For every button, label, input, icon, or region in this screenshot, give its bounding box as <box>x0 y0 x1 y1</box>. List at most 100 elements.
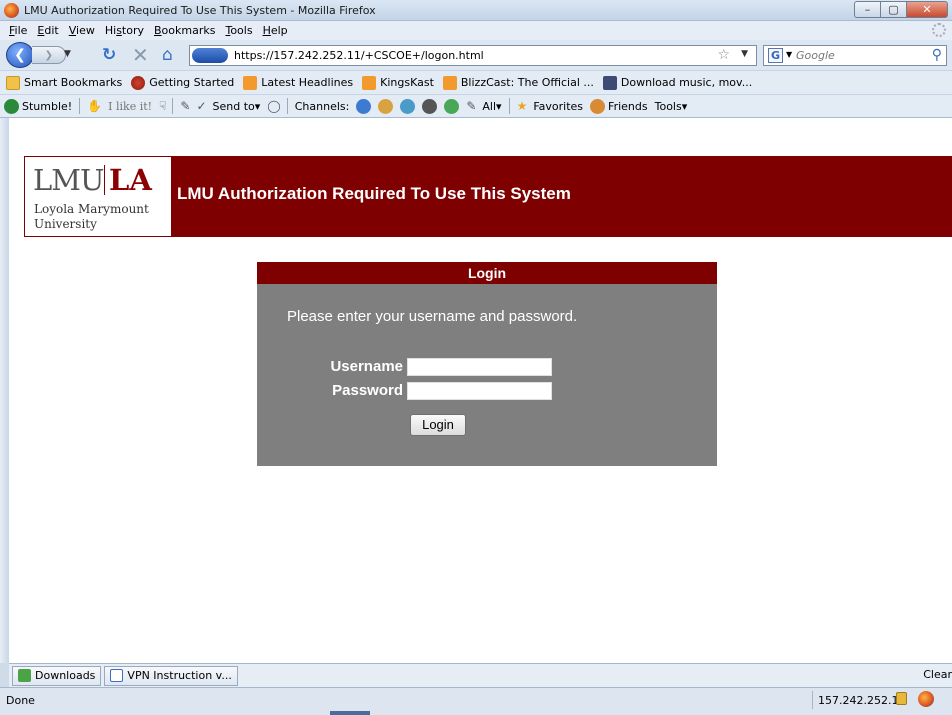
download-bar: Downloads VPN Instruction v... Clear <box>9 663 952 687</box>
menu-accelerator: F <box>9 24 15 37</box>
login-prompt: Please enter your username and password. <box>287 308 578 325</box>
search-input[interactable]: Google <box>796 49 835 62</box>
close-button[interactable]: ✕ <box>906 1 948 18</box>
menu-help[interactable]: Help <box>258 24 293 37</box>
bookmark-label: BlizzCast: The Official ... <box>460 76 594 89</box>
bookmark-blizzcast[interactable]: BlizzCast: The Official ... <box>442 75 594 90</box>
menu-history[interactable]: History <box>100 24 149 37</box>
clear-downloads-button[interactable]: Clear <box>923 668 952 681</box>
channel-globe-icon[interactable] <box>356 98 372 114</box>
status-separator <box>812 691 813 709</box>
stumble-button[interactable]: Stumble! <box>4 98 72 114</box>
site-identity-icon[interactable] <box>192 48 228 63</box>
rss-icon <box>243 75 258 90</box>
tag-icon[interactable]: ✎ <box>466 99 476 113</box>
downloads-tab[interactable]: Downloads <box>12 665 102 686</box>
lock-icon[interactable] <box>896 692 907 705</box>
logo-subtitle-line2: University <box>34 217 97 231</box>
bookmark-smart-bookmarks[interactable]: Smart Bookmarks <box>6 75 122 90</box>
menu-accelerator: s <box>116 24 122 37</box>
home-icon[interactable]: ⌂ <box>162 45 173 65</box>
menu-file[interactable]: File <box>4 24 32 37</box>
bookmark-latest-headlines[interactable]: Latest Headlines <box>243 75 354 90</box>
friends-icon <box>590 98 606 114</box>
throbber-icon <box>932 23 946 37</box>
favorites-label: Favorites <box>533 99 584 113</box>
toolbar-separator <box>79 98 81 114</box>
status-text: Done <box>6 694 35 707</box>
menu-accelerator: H <box>262 24 271 37</box>
username-label: Username <box>330 358 403 375</box>
friends-button[interactable]: Friends <box>590 98 648 114</box>
download-item-label: VPN Instruction v... <box>127 669 232 682</box>
status-bar: Done 157.242.252.11 <box>0 687 952 715</box>
send-to-button[interactable]: ✓ Send to ▾ <box>196 99 260 113</box>
menu-accelerator: T <box>225 24 231 37</box>
channels-label: Channels: <box>294 99 350 113</box>
toolbar-separator <box>508 98 510 114</box>
downloads-icon <box>18 669 31 682</box>
tag-icon[interactable]: ✎ <box>180 99 190 113</box>
bookmark-label: Latest Headlines <box>261 76 354 89</box>
page-title: LMU Authorization Required To Use This S… <box>177 184 571 203</box>
search-engine-dropdown-icon[interactable]: ▼ <box>786 50 792 59</box>
channel-people-icon[interactable] <box>378 98 394 114</box>
stumbleupon-toolbar: Stumble! ✋ I like it! ☟ ✎ ✓ Send to ▾ ◯ Cha… <box>0 94 952 118</box>
window-resize-grip <box>330 711 370 715</box>
window-title: LMU Authorization Required To Use This S… <box>24 4 376 17</box>
logo-lmu-text: LMU <box>33 163 104 197</box>
menu-view[interactable]: View <box>64 24 100 37</box>
friends-label: Friends <box>608 99 648 113</box>
star-icon: ★ <box>516 99 528 113</box>
menu-bar: File Edit View History Bookmarks Tools H… <box>0 21 952 40</box>
url-text[interactable]: https://157.242.252.11/+CSCOE+/logon.htm… <box>234 49 484 62</box>
like-button[interactable]: ✋ I like it! <box>87 99 152 113</box>
tools-button[interactable]: Tools ▾ <box>655 100 688 113</box>
forward-arrow-icon: ❯ <box>44 49 53 61</box>
forward-button[interactable]: ❯ <box>32 46 66 64</box>
reload-icon[interactable]: ↻ <box>102 45 116 65</box>
google-icon[interactable]: G <box>768 48 783 63</box>
page-content: LMU LA Loyola Marymount University LMU A… <box>9 118 952 663</box>
bookmark-getting-started[interactable]: Getting Started <box>131 75 234 90</box>
maximize-button[interactable]: ▢ <box>880 1 906 18</box>
login-button[interactable]: Login <box>410 414 466 436</box>
password-label: Password <box>332 382 403 399</box>
search-icon[interactable]: ⚲ <box>932 47 942 63</box>
channel-games-icon[interactable] <box>444 98 460 114</box>
menu-tools[interactable]: Tools <box>220 24 257 37</box>
menu-bookmarks[interactable]: Bookmarks <box>149 24 220 37</box>
bookmark-star-icon[interactable]: ☆ <box>717 47 730 63</box>
bookmark-download-music[interactable]: Download music, mov... <box>602 75 752 90</box>
channel-tv-icon[interactable] <box>422 98 438 114</box>
menu-edit[interactable]: Edit <box>32 24 63 37</box>
username-field[interactable] <box>407 358 552 376</box>
url-dropdown-icon[interactable]: ▼ <box>741 49 748 59</box>
thumbs-down-icon[interactable]: ☟ <box>159 99 166 113</box>
window-controls: – ▢ ✕ <box>854 1 948 19</box>
stop-icon[interactable]: ✕ <box>132 45 149 65</box>
status-host[interactable]: 157.242.252.11 <box>818 694 905 707</box>
favorites-button[interactable]: ★ Favorites <box>517 99 583 113</box>
search-bar[interactable]: G ▼ Google ⚲ <box>763 45 947 66</box>
logo-la-text: LA <box>109 163 152 197</box>
firefox-status-icon[interactable] <box>918 691 934 707</box>
all-button[interactable]: All ▾ <box>482 100 501 113</box>
downloads-tab-label: Downloads <box>35 669 96 682</box>
history-dropdown-icon[interactable]: ▼ <box>64 49 71 59</box>
login-panel: Login Please enter your username and pas… <box>257 262 717 466</box>
back-arrow-icon: ❮ <box>14 47 26 63</box>
lmu-logo: LMU LA Loyola Marymount University <box>24 156 172 237</box>
minimize-button[interactable]: – <box>854 1 880 18</box>
channel-photo-icon[interactable] <box>400 98 416 114</box>
menu-accelerator: V <box>68 24 77 37</box>
download-item-vpn[interactable]: VPN Instruction v... <box>104 665 238 686</box>
url-bar[interactable]: https://157.242.252.11/+CSCOE+/logon.htm… <box>189 45 757 66</box>
back-button[interactable]: ❮ <box>6 42 34 68</box>
folder-icon <box>6 75 20 90</box>
comment-icon[interactable]: ◯ <box>267 99 280 113</box>
bookmark-kingskast[interactable]: KingsKast <box>362 75 434 90</box>
password-field[interactable] <box>407 382 552 400</box>
send-icon: ✓ <box>196 99 207 113</box>
bookmark-label: KingsKast <box>380 76 434 89</box>
